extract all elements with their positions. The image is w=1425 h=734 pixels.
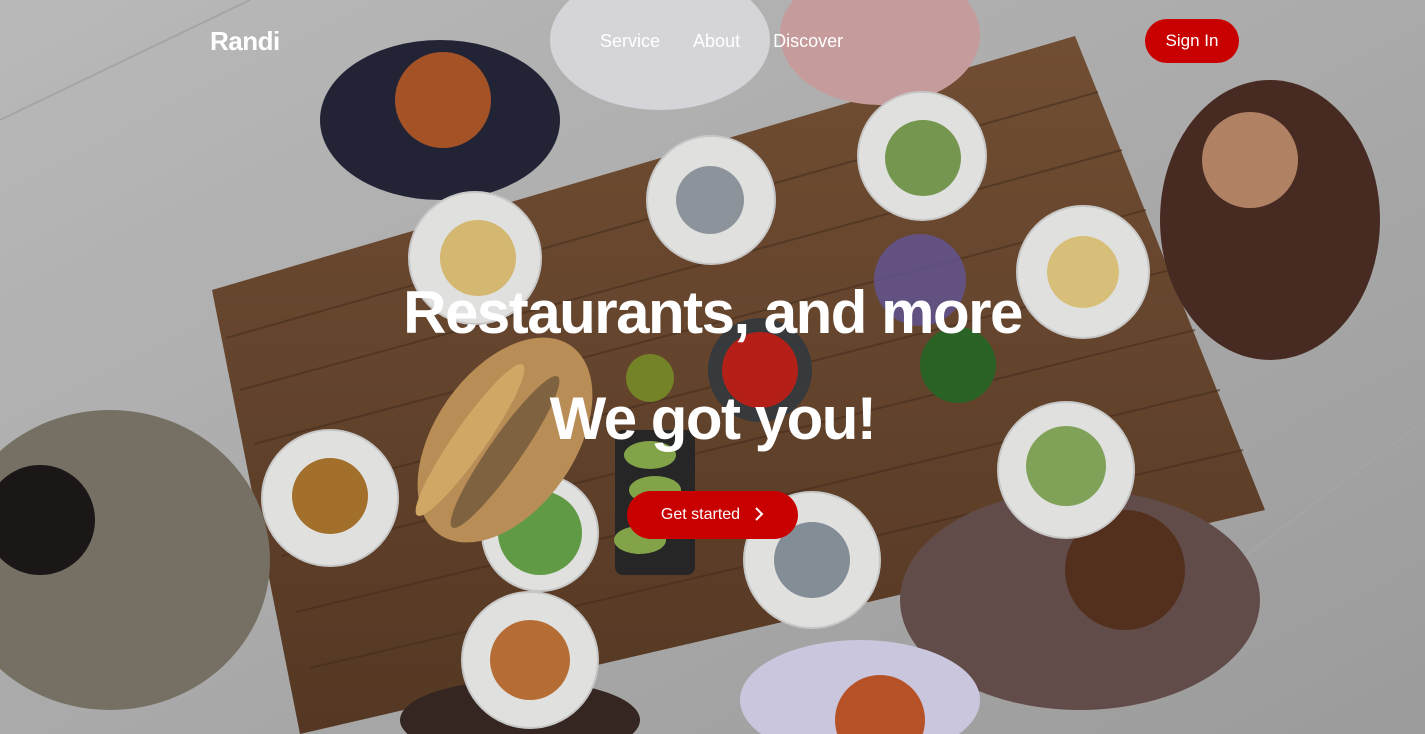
brand-logo[interactable]: Randi [210,26,280,57]
nav-link-about[interactable]: About [693,31,740,52]
get-started-label: Get started [660,506,741,523]
nav-link-discover[interactable]: Discover [773,31,843,52]
nav-links: Service About Discover [600,31,843,52]
chevron-right-icon [754,506,764,524]
get-started-button[interactable]: Get started [627,491,798,539]
top-navigation: Randi Service About Discover Sign In [0,0,1425,82]
nav-link-service[interactable]: Service [600,31,660,52]
hero-headline: Restaurants, and more [403,279,1023,346]
hero-background-image [0,0,1425,734]
sign-in-button[interactable]: Sign In [1145,19,1239,63]
hero-subheadline: We got you! [549,385,877,452]
